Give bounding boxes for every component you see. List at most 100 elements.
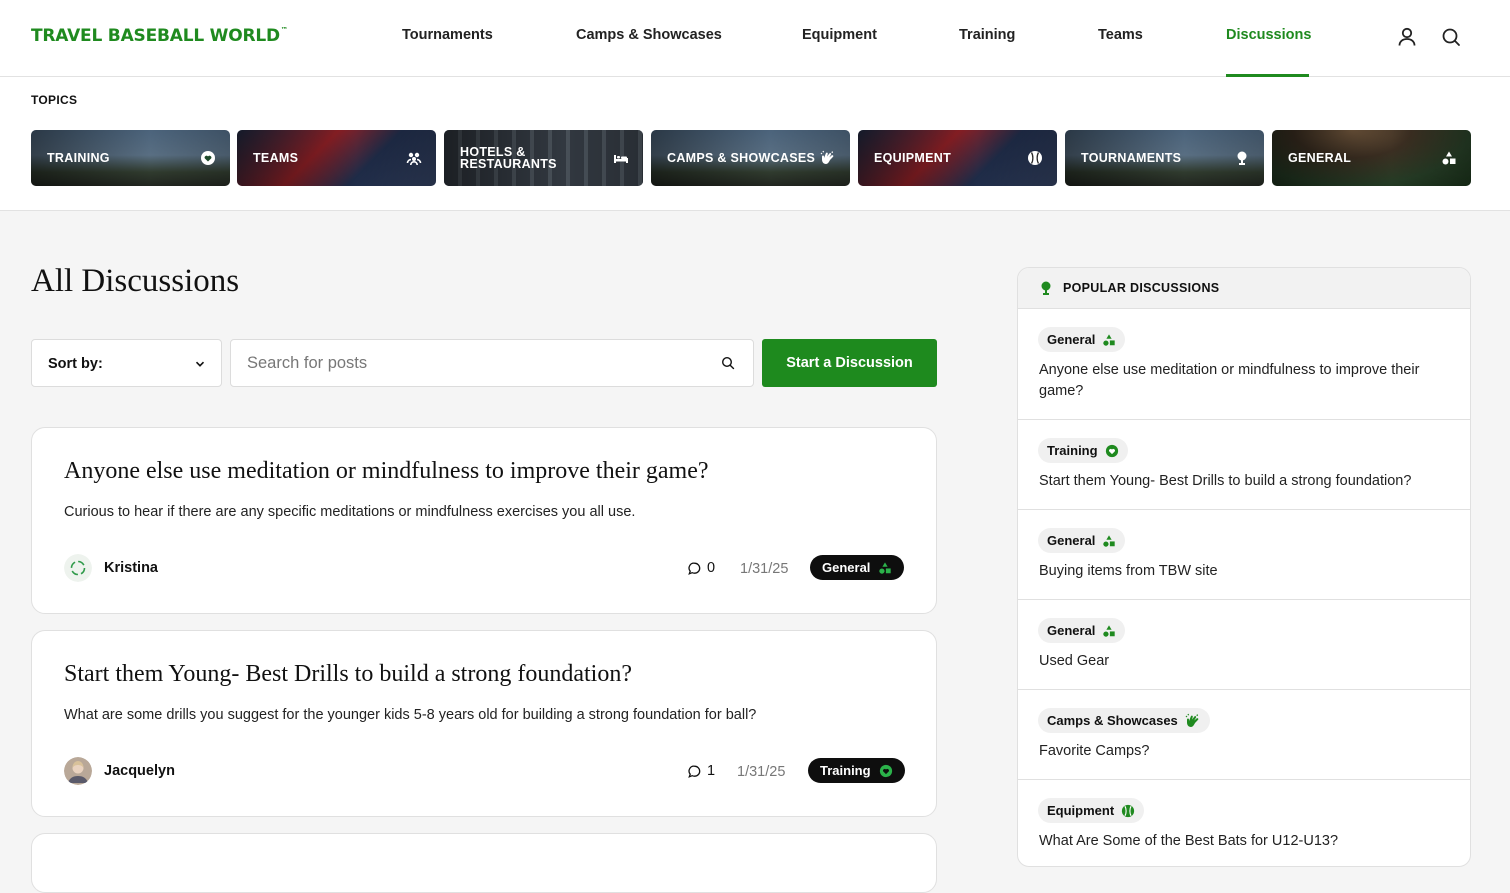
search-icon[interactable] [721, 356, 735, 370]
topic-label: TEAMS [253, 151, 299, 165]
topic-tile-teams[interactable]: TEAMS [237, 130, 436, 186]
page-title: All Discussions [31, 263, 240, 299]
popular-item-title: Buying items from TBW site [1039, 563, 1218, 579]
heart-icon [201, 151, 215, 165]
search-icon[interactable] [1440, 26, 1462, 48]
comment-count-value: 1 [707, 763, 716, 779]
shapes-icon [1103, 333, 1116, 346]
category-pill[interactable]: Camps & Showcases [1038, 708, 1210, 733]
topics-section: TOPICS TRAINING TEAMS HOTELS & RESTAURAN… [0, 77, 1510, 211]
popular-item-title: What Are Some of the Best Bats for U12-U… [1039, 833, 1339, 849]
clapping-hand-icon [820, 150, 834, 164]
start-discussion-button[interactable]: Start a Discussion [762, 339, 937, 387]
site-logo[interactable]: TRAVEL BASEBALL WORLD™ [31, 26, 288, 46]
chevron-down-icon [195, 361, 205, 367]
site-header: TRAVEL BASEBALL WORLD™ Tournaments Camps… [0, 0, 1510, 77]
shapes-icon [879, 561, 892, 574]
popular-discussions-header: POPULAR DISCUSSIONS [1018, 268, 1470, 309]
popular-item-title: Used Gear [1039, 653, 1110, 669]
bed-icon [614, 155, 628, 163]
topic-label: TRAINING [47, 151, 110, 165]
sort-label: Sort by: [48, 356, 103, 372]
topic-tile-equipment[interactable]: EQUIPMENT [858, 130, 1057, 186]
nav-discussions[interactable]: Discussions [1226, 27, 1311, 43]
group-icon [406, 152, 422, 166]
topic-tile-camps-showcases[interactable]: CAMPS & SHOWCASES [651, 130, 850, 186]
topics-title: TOPICS [31, 93, 78, 107]
post-date: 1/31/25 [740, 561, 789, 577]
avatar [64, 554, 92, 582]
category-label: General [1047, 533, 1096, 548]
logo-text: TRAVEL BASEBALL WORLD [31, 26, 280, 46]
category-label: Equipment [1047, 803, 1115, 818]
discussion-excerpt: What are some drills you suggest for the… [64, 707, 757, 723]
comment-count: 1 [688, 763, 715, 779]
baseball-icon [1028, 151, 1042, 165]
discussion-card[interactable]: Start them Young- Best Drills to build a… [31, 630, 937, 817]
topic-label: HOTELS & RESTAURANTS [460, 145, 557, 171]
baseball-icon [1122, 804, 1135, 817]
popular-item[interactable]: Camps & Showcases Favorite Camps? [1018, 690, 1470, 780]
logo-trademark: ™ [280, 26, 288, 34]
category-label: Training [1047, 443, 1098, 458]
comment-count-value: 0 [707, 560, 716, 576]
shapes-icon [1442, 151, 1456, 165]
discussion-excerpt: Curious to hear if there are any specifi… [64, 504, 636, 520]
nav-tournaments[interactable]: Tournaments [402, 27, 493, 43]
nav-training[interactable]: Training [959, 27, 1015, 43]
comment-icon [688, 765, 701, 778]
comment-icon [688, 562, 701, 575]
category-badge[interactable]: General [810, 555, 905, 580]
discussion-card[interactable] [31, 833, 937, 893]
sort-dropdown[interactable]: Sort by: [31, 339, 222, 387]
discussion-title[interactable]: Start them Young- Best Drills to build a… [64, 661, 632, 688]
category-label: General [1047, 332, 1096, 347]
category-pill[interactable]: Training [1038, 438, 1128, 463]
popular-item-title: Anyone else use meditation or mindfulnes… [1039, 362, 1420, 399]
discussion-card[interactable]: Anyone else use meditation or mindfulnes… [31, 427, 937, 614]
topic-label: EQUIPMENT [874, 151, 952, 165]
popular-discussions-title: POPULAR DISCUSSIONS [1063, 281, 1220, 295]
user-icon[interactable] [1396, 26, 1418, 48]
topic-label: GENERAL [1288, 151, 1352, 165]
topic-label: CAMPS & SHOWCASES [667, 151, 816, 165]
popular-item[interactable]: General Buying items from TBW site [1018, 510, 1470, 600]
author-name[interactable]: Kristina [104, 560, 158, 576]
popular-item-title: Start them Young- Best Drills to build a… [1039, 473, 1412, 489]
category-pill[interactable]: General [1038, 618, 1126, 643]
category-pill[interactable]: General [1038, 528, 1126, 553]
category-pill[interactable]: Equipment [1038, 798, 1145, 823]
comment-count: 0 [688, 560, 715, 576]
heart-icon [879, 764, 892, 777]
nav-camps-showcases[interactable]: Camps & Showcases [576, 27, 722, 43]
topic-tile-training[interactable]: TRAINING [31, 130, 230, 186]
category-label: General [822, 560, 871, 575]
post-date: 1/31/25 [737, 764, 786, 780]
search-input[interactable] [247, 340, 707, 386]
popular-item[interactable]: Equipment What Are Some of the Best Bats… [1018, 780, 1470, 866]
category-pill[interactable]: General [1038, 327, 1126, 352]
topic-tile-hotels-restaurants[interactable]: HOTELS & RESTAURANTS [444, 130, 643, 186]
trophy-icon [1041, 281, 1051, 295]
popular-item[interactable]: Training Start them Young- Best Drills t… [1018, 420, 1470, 510]
popular-item-title: Favorite Camps? [1039, 743, 1150, 759]
popular-discussions-panel: POPULAR DISCUSSIONS General Anyone else … [1017, 267, 1471, 867]
topic-label: TOURNAMENTS [1081, 151, 1182, 165]
nav-equipment[interactable]: Equipment [802, 27, 877, 43]
topic-tile-tournaments[interactable]: TOURNAMENTS [1065, 130, 1264, 186]
avatar [64, 757, 92, 785]
category-label: Training [820, 763, 871, 778]
author-name[interactable]: Jacquelyn [104, 763, 175, 779]
popular-item[interactable]: General Anyone else use meditation or mi… [1018, 309, 1470, 420]
heart-icon [1105, 444, 1118, 457]
shapes-icon [1103, 534, 1116, 547]
popular-item[interactable]: General Used Gear [1018, 600, 1470, 690]
category-label: Camps & Showcases [1047, 713, 1178, 728]
search-box [230, 339, 754, 387]
category-label: General [1047, 623, 1096, 638]
category-badge[interactable]: Training [808, 758, 905, 783]
discussion-title[interactable]: Anyone else use meditation or mindfulnes… [64, 458, 709, 485]
nav-teams[interactable]: Teams [1098, 27, 1143, 43]
topic-tile-general[interactable]: GENERAL [1272, 130, 1471, 186]
clapping-hand-icon [1185, 713, 1199, 727]
